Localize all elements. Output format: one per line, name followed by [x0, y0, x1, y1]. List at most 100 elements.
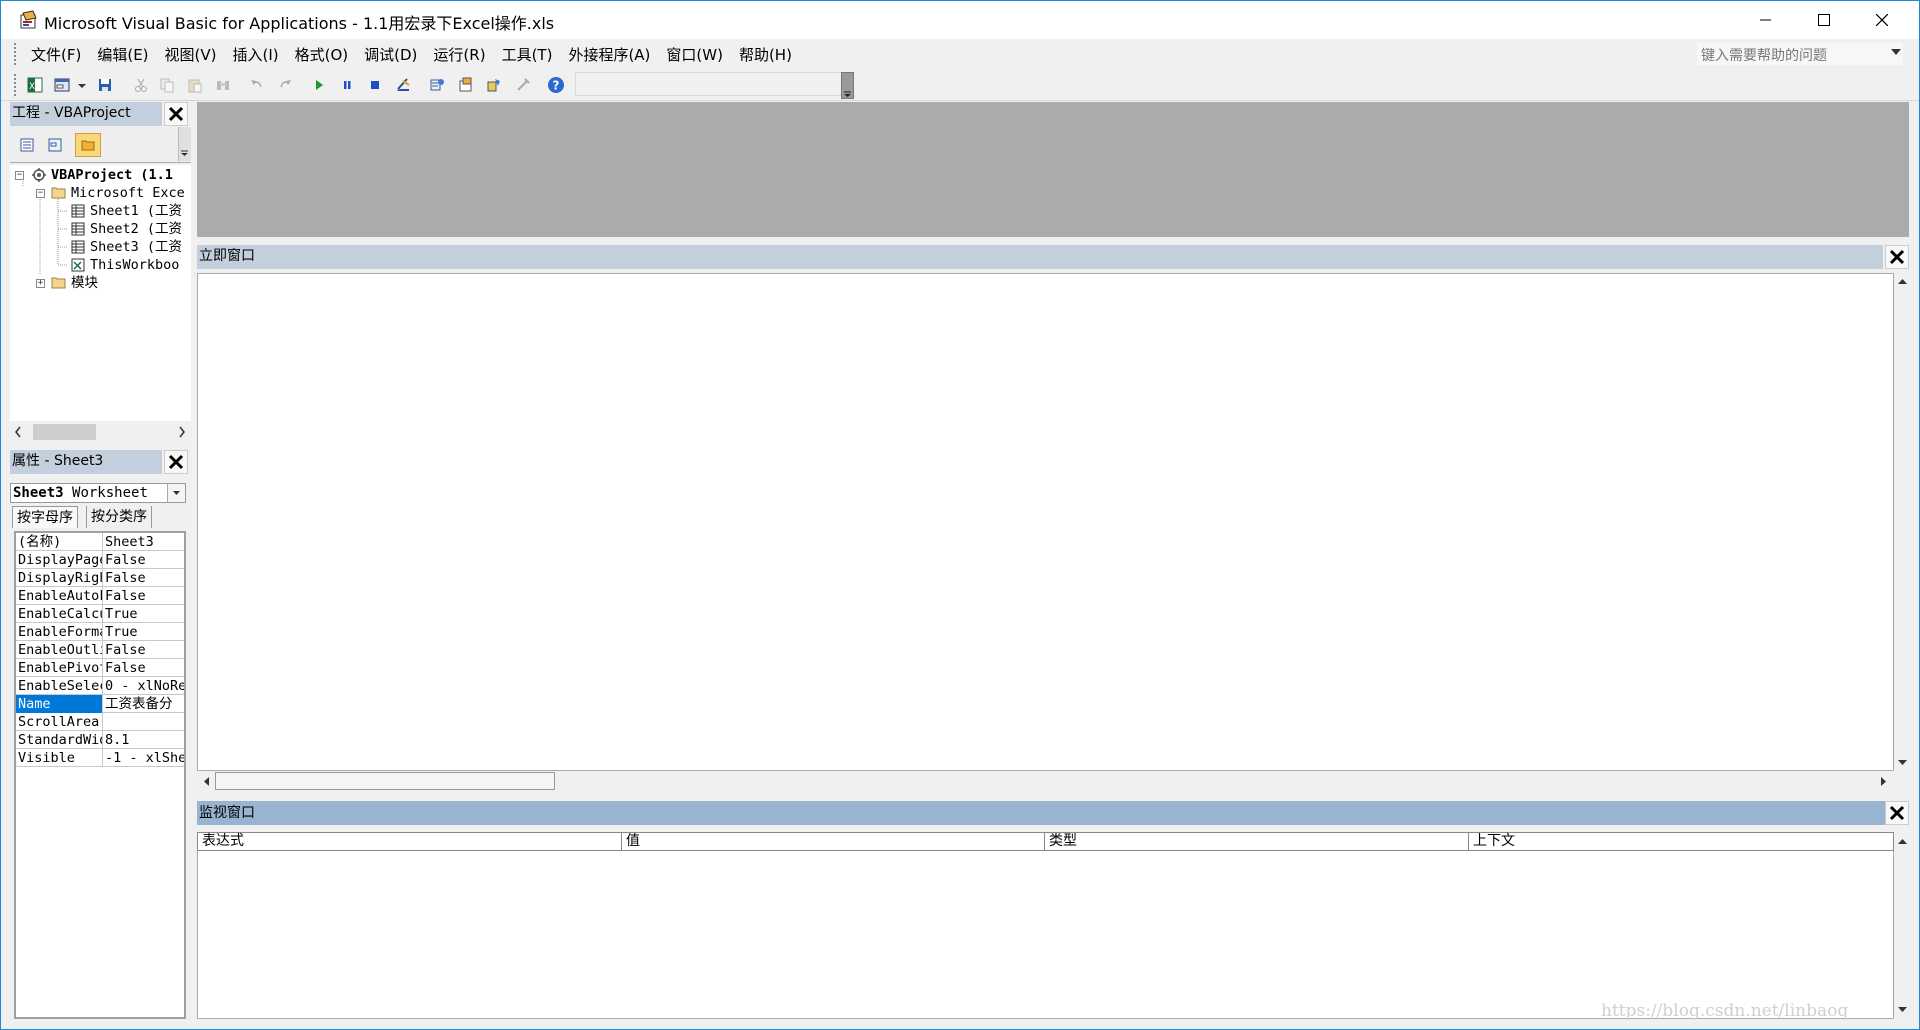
chevron-left-icon[interactable] [202, 776, 210, 787]
property-row[interactable]: StandardWid 8.1 [16, 731, 184, 749]
tree-item-sheet1[interactable]: Sheet1 (工资 [10, 202, 191, 220]
property-row[interactable]: EnableForma True [16, 623, 184, 641]
dropdown-arrow-icon[interactable] [167, 484, 185, 502]
toolbox-icon[interactable] [515, 77, 531, 93]
tree-item-sheet2[interactable]: Sheet2 (工资 [10, 220, 191, 238]
cut-icon[interactable] [133, 77, 149, 93]
column-header-type[interactable]: 类型 [1045, 833, 1469, 850]
menu-view[interactable]: 视图(V) [157, 44, 225, 66]
save-icon[interactable] [97, 77, 113, 93]
view-code-icon[interactable] [20, 138, 34, 152]
property-value[interactable]: True [104, 623, 184, 641]
redo-icon[interactable] [277, 77, 293, 93]
menu-format[interactable]: 格式(O) [287, 44, 357, 66]
property-row[interactable]: ScrollArea [16, 713, 184, 731]
property-value[interactable]: False [104, 569, 184, 587]
chevron-right-icon[interactable] [178, 426, 186, 438]
run-icon[interactable] [311, 77, 327, 93]
object-selector-dropdown[interactable]: Sheet3 Worksheet [10, 483, 186, 503]
project-tree-hscrollbar[interactable] [10, 421, 191, 443]
tab-alphabetic[interactable]: 按字母序 [12, 506, 78, 528]
toggle-folders-button[interactable] [75, 133, 101, 157]
column-header-expression[interactable]: 表达式 [198, 833, 622, 850]
property-row-selected[interactable]: Name 工资表备分 [16, 695, 184, 713]
property-row[interactable]: DisplayRigh False [16, 569, 184, 587]
chevron-up-icon[interactable] [1897, 277, 1908, 285]
property-row[interactable]: EnableAutoF False [16, 587, 184, 605]
menu-tools[interactable]: 工具(T) [494, 44, 561, 66]
property-row[interactable]: DisplayPage False [16, 551, 184, 569]
tree-item-microsoft-excel-objects[interactable]: − Microsoft Exce [10, 184, 191, 202]
menu-insert[interactable]: 插入(I) [225, 44, 287, 66]
chevron-right-icon[interactable] [1880, 776, 1888, 787]
chevron-down-icon[interactable] [1897, 759, 1908, 767]
tree-item-modules[interactable]: + 模块 [10, 274, 191, 292]
property-value[interactable]: False [104, 659, 184, 677]
properties-close-button[interactable] [164, 450, 188, 474]
property-row[interactable]: Visible -1 - xlShe [16, 749, 184, 767]
collapse-icon[interactable]: − [36, 189, 45, 198]
toolbar-grip[interactable] [14, 74, 16, 96]
minimize-button[interactable] [1737, 1, 1795, 39]
menu-file[interactable]: 文件(F) [23, 44, 89, 66]
column-header-context[interactable]: 上下文 [1469, 833, 1893, 850]
property-row[interactable]: EnableOutli False [16, 641, 184, 659]
chevron-down-icon[interactable] [1897, 1006, 1908, 1014]
immediate-hscrollbar[interactable] [197, 771, 1894, 791]
property-row[interactable]: (名称) Sheet3 [16, 533, 184, 551]
paste-icon[interactable] [187, 77, 203, 93]
help-search-input[interactable]: 键入需要帮助的问题 [1697, 43, 1903, 65]
property-value[interactable] [104, 713, 184, 731]
property-value[interactable]: True [104, 605, 184, 623]
project-explorer-icon[interactable] [429, 77, 445, 93]
help-icon[interactable]: ? [547, 76, 565, 94]
property-value[interactable]: False [104, 551, 184, 569]
menu-edit[interactable]: 编辑(E) [89, 44, 156, 66]
project-explorer-close-button[interactable] [164, 102, 188, 126]
watch-list[interactable] [197, 851, 1894, 1019]
immediate-close-button[interactable] [1885, 245, 1909, 269]
toolbar-overflow-button[interactable] [841, 72, 854, 99]
tab-categorized[interactable]: 按分类序 [86, 506, 152, 528]
maximize-button[interactable] [1795, 1, 1853, 39]
property-row[interactable]: EnableCalcu True [16, 605, 184, 623]
scroll-thumb[interactable] [33, 424, 96, 440]
property-value[interactable]: 8.1 [104, 731, 184, 749]
menu-debug[interactable]: 调试(D) [356, 44, 425, 66]
property-value[interactable]: Sheet3 [104, 533, 184, 551]
menu-grip[interactable] [14, 43, 16, 65]
property-value[interactable]: 工资表备分 [104, 695, 184, 713]
property-value[interactable]: False [104, 587, 184, 605]
menu-window[interactable]: 窗口(W) [658, 44, 731, 66]
reset-icon[interactable] [367, 77, 383, 93]
properties-window-icon[interactable] [458, 77, 474, 93]
project-toolbar-overflow[interactable] [178, 127, 191, 161]
property-value[interactable]: -1 - xlShe [104, 749, 184, 767]
scroll-thumb[interactable] [215, 772, 555, 790]
property-row[interactable]: EnablePivot False [16, 659, 184, 677]
menu-help[interactable]: 帮助(H) [731, 44, 800, 66]
close-window-button[interactable] [1853, 1, 1911, 39]
tree-item-vbaproject[interactable]: − VBAProject (1.1 [10, 166, 191, 184]
column-header-value[interactable]: 值 [622, 833, 1045, 850]
design-mode-icon[interactable] [395, 77, 411, 93]
expand-icon[interactable]: + [36, 279, 45, 288]
help-search-dropdown-icon[interactable] [1891, 49, 1901, 55]
view-object-icon[interactable] [48, 138, 62, 152]
immediate-input-area[interactable] [197, 273, 1894, 771]
object-browser-icon[interactable] [486, 77, 502, 93]
watch-close-button[interactable] [1885, 801, 1909, 825]
excel-view-icon[interactable]: X [27, 77, 43, 93]
insert-userform-icon[interactable] [54, 77, 70, 93]
property-value[interactable]: 0 - xlNoRe [104, 677, 184, 695]
property-row[interactable]: EnableSelec 0 - xlNoRe [16, 677, 184, 695]
collapse-icon[interactable]: − [15, 171, 24, 180]
chevron-up-icon[interactable] [1897, 837, 1908, 845]
find-icon[interactable] [215, 77, 231, 93]
undo-icon[interactable] [249, 77, 265, 93]
dropdown-arrow-icon[interactable] [77, 77, 87, 93]
immediate-vscrollbar[interactable] [1894, 273, 1911, 771]
chevron-left-icon[interactable] [14, 426, 22, 438]
tree-item-sheet3[interactable]: Sheet3 (工资 [10, 238, 191, 256]
property-value[interactable]: False [104, 641, 184, 659]
